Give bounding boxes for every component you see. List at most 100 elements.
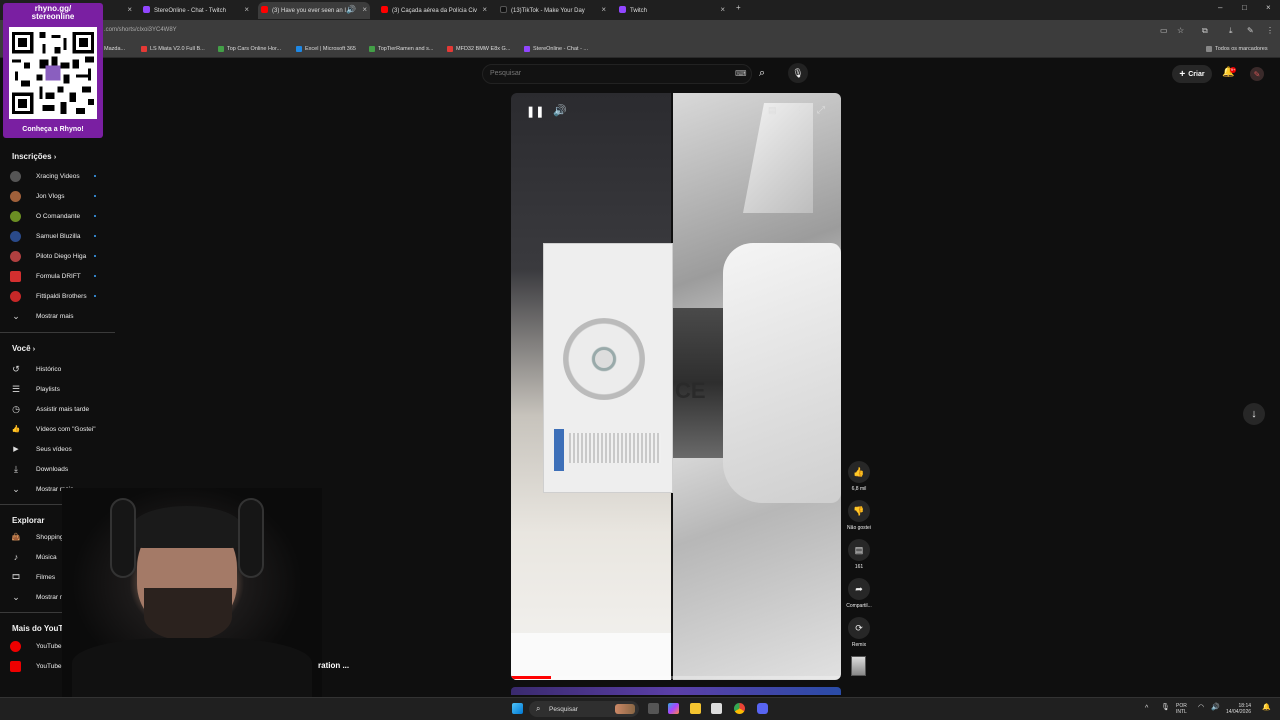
microphone-icon[interactable]: 🎙 bbox=[1161, 704, 1170, 711]
sidebar-item-history[interactable]: ↺ Histórico bbox=[10, 362, 110, 376]
clock[interactable]: 18:14 14/04/2026 bbox=[1226, 703, 1251, 715]
copilot-icon[interactable] bbox=[668, 703, 679, 714]
volume-icon[interactable]: 🔊 bbox=[1211, 704, 1220, 711]
sidebar-item-liked[interactable]: 👍 Vídeos com "Gostei" bbox=[10, 422, 110, 436]
new-tab-button[interactable]: + bbox=[736, 3, 741, 12]
sidebar-item-channel[interactable]: Xracing Videos bbox=[10, 169, 110, 183]
sidebar-item-channel[interactable]: Formula DRIFT bbox=[10, 269, 110, 283]
avatar[interactable]: ✎ bbox=[1250, 67, 1264, 81]
remix-button[interactable]: ⟳ Remix bbox=[844, 617, 874, 648]
all-bookmarks-button[interactable]: Todos os marcadores bbox=[1206, 46, 1268, 52]
share-button[interactable]: ➦ Compartil... bbox=[844, 578, 874, 609]
taskbar-search[interactable]: ⌕ Pesquisar bbox=[529, 701, 639, 717]
show-more-button[interactable]: ⌄ Mostrar mais bbox=[10, 309, 110, 323]
sidebar-item-your-videos[interactable]: ▶ Seus vídeos bbox=[10, 442, 110, 456]
url-field[interactable]: .com/shorts/clxoi3YC4W8Y bbox=[104, 27, 177, 33]
next-video-preview[interactable] bbox=[511, 687, 841, 695]
create-button[interactable]: + Criar bbox=[1172, 65, 1212, 83]
browser-tab[interactable]: (13)TikTok - Make Your Day × bbox=[497, 2, 609, 19]
close-tab-icon[interactable]: × bbox=[720, 5, 725, 14]
sidebar-item-playlists[interactable]: ☰ Playlists bbox=[10, 382, 110, 396]
maximize-icon[interactable]: □ bbox=[1242, 3, 1247, 12]
sidebar-item-label: Xracing Videos bbox=[36, 172, 80, 180]
close-tab-icon[interactable]: × bbox=[482, 5, 487, 14]
chrome-icon[interactable] bbox=[734, 703, 745, 714]
you-heading[interactable]: Você › bbox=[12, 344, 35, 353]
keyboard-icon[interactable]: ⌨ bbox=[735, 69, 747, 78]
bookmark-icon bbox=[447, 46, 453, 52]
bookmark-item[interactable]: Mazda... bbox=[104, 46, 125, 52]
browser-tab-active[interactable]: (3) Have you ever seen an I 🔊 × bbox=[258, 2, 370, 19]
qr-cta: Conheça a Rhyno! bbox=[22, 126, 84, 133]
sidebar-item-channel[interactable]: O Comandante bbox=[10, 209, 110, 223]
bookmark-item[interactable]: MFD32 BMW E8x G... bbox=[447, 46, 510, 52]
captions-icon[interactable]: ▤ bbox=[768, 105, 777, 116]
audio-playing-icon[interactable]: 🔊 bbox=[346, 5, 356, 14]
sidebar-item-channel[interactable]: Samuel Bluzilla bbox=[10, 229, 110, 243]
bookmark-star-icon[interactable]: ☆ bbox=[1177, 26, 1184, 35]
menu-icon[interactable]: ⋮ bbox=[1266, 26, 1274, 35]
sidebar-item-watch-later[interactable]: ◷ Assistir mais tarde bbox=[10, 402, 110, 416]
sidebar-item-label: Jon Vlogs bbox=[36, 192, 65, 200]
shorts-video-player[interactable]: CE ❚❚ 🔊 ▤ ⋮ ⤢ bbox=[511, 93, 841, 680]
chevron-up-icon[interactable]: ^ bbox=[1145, 705, 1148, 712]
volume-icon[interactable]: 🔊 bbox=[553, 104, 567, 117]
close-window-icon[interactable]: × bbox=[1266, 3, 1271, 12]
dislike-button[interactable]: 👎 Não gostei bbox=[844, 500, 874, 531]
wifi-icon[interactable]: ◠ bbox=[1198, 704, 1204, 711]
windows-start-icon[interactable] bbox=[512, 703, 523, 714]
sidebar-item-downloads[interactable]: ⤓ Downloads bbox=[10, 462, 110, 476]
comment-icon: ▤ bbox=[848, 539, 870, 561]
microphone-icon[interactable]: 🎙 bbox=[788, 63, 808, 83]
notification-badge: 9+ bbox=[1230, 67, 1236, 73]
video-progress-track[interactable] bbox=[511, 676, 841, 679]
language-indicator[interactable]: POR INTL bbox=[1176, 703, 1187, 715]
subscriptions-heading[interactable]: Inscrições › bbox=[12, 152, 56, 161]
browser-tab[interactable]: Twitch × bbox=[616, 2, 728, 19]
streamer-shirt bbox=[72, 638, 312, 700]
discord-icon[interactable] bbox=[757, 703, 768, 714]
close-tab-icon[interactable]: × bbox=[362, 5, 367, 14]
fullscreen-icon[interactable]: ⤢ bbox=[817, 105, 825, 116]
more-options-icon[interactable]: ⋮ bbox=[795, 105, 804, 116]
arrow-down-icon[interactable]: ↓ bbox=[1243, 403, 1265, 425]
create-label: Criar bbox=[1188, 70, 1205, 78]
date-text: 14/04/2026 bbox=[1226, 709, 1252, 715]
notifications-icon[interactable]: 🔔 bbox=[1262, 704, 1271, 711]
bookmark-item[interactable]: LS Miata V2.0 Full B... bbox=[141, 46, 205, 52]
downloads-icon[interactable]: ⤓ bbox=[1229, 26, 1233, 36]
like-button[interactable]: 👍 6,8 mil bbox=[844, 461, 874, 492]
close-tab-icon[interactable]: × bbox=[601, 5, 606, 14]
browser-tab[interactable]: (3) Caçada aérea da Polícia Civ × bbox=[378, 2, 490, 19]
new-content-dot bbox=[94, 175, 96, 177]
sidebar-item-channel[interactable]: Jon Vlogs bbox=[10, 189, 110, 203]
search-input[interactable]: Pesquisar ⌨ bbox=[482, 64, 752, 84]
bookmark-item[interactable]: TopTierRamen and s... bbox=[369, 46, 433, 52]
sidebar-item-label: Fittipaldi Brothers bbox=[36, 292, 87, 300]
bookmark-item[interactable]: StereOnline - Chat - ... bbox=[524, 46, 588, 52]
file-explorer-icon[interactable] bbox=[690, 703, 701, 714]
webcam-overlay bbox=[62, 488, 322, 700]
edit-icon[interactable]: ✎ bbox=[1247, 26, 1254, 35]
browser-tab[interactable]: × bbox=[105, 2, 135, 19]
sound-thumbnail[interactable] bbox=[851, 656, 866, 676]
extensions-icon[interactable]: ⧉ bbox=[1202, 26, 1208, 36]
bookmark-item[interactable]: Excel | Microsoft 365 bbox=[296, 46, 356, 52]
bookmark-item[interactable]: Top Cars Online Hor... bbox=[218, 46, 281, 52]
comments-button[interactable]: ▤ 161 bbox=[844, 539, 874, 570]
store-icon[interactable] bbox=[711, 703, 722, 714]
cast-icon[interactable]: ▭ bbox=[1160, 26, 1168, 35]
bookmark-label: Mazda... bbox=[104, 46, 126, 52]
bookmarks-bar: Mazda... LS Miata V2.0 Full B... Top Car… bbox=[0, 42, 1280, 58]
youtube-favicon-icon bbox=[261, 6, 268, 13]
browser-tab[interactable]: StereOnline - Chat - Twitch × bbox=[140, 2, 252, 19]
task-view-icon[interactable] bbox=[648, 703, 659, 714]
sidebar-item-channel[interactable]: Fittipaldi Brothers bbox=[10, 289, 110, 303]
pause-icon[interactable]: ❚❚ bbox=[526, 105, 544, 118]
minimize-icon[interactable]: – bbox=[1218, 3, 1222, 12]
search-icon[interactable]: ⌕ bbox=[759, 67, 765, 80]
streamer-cap bbox=[132, 506, 242, 548]
close-tab-icon[interactable]: × bbox=[127, 5, 132, 14]
sidebar-item-channel[interactable]: Piloto Diego Higa bbox=[10, 249, 110, 263]
close-tab-icon[interactable]: × bbox=[244, 5, 249, 14]
